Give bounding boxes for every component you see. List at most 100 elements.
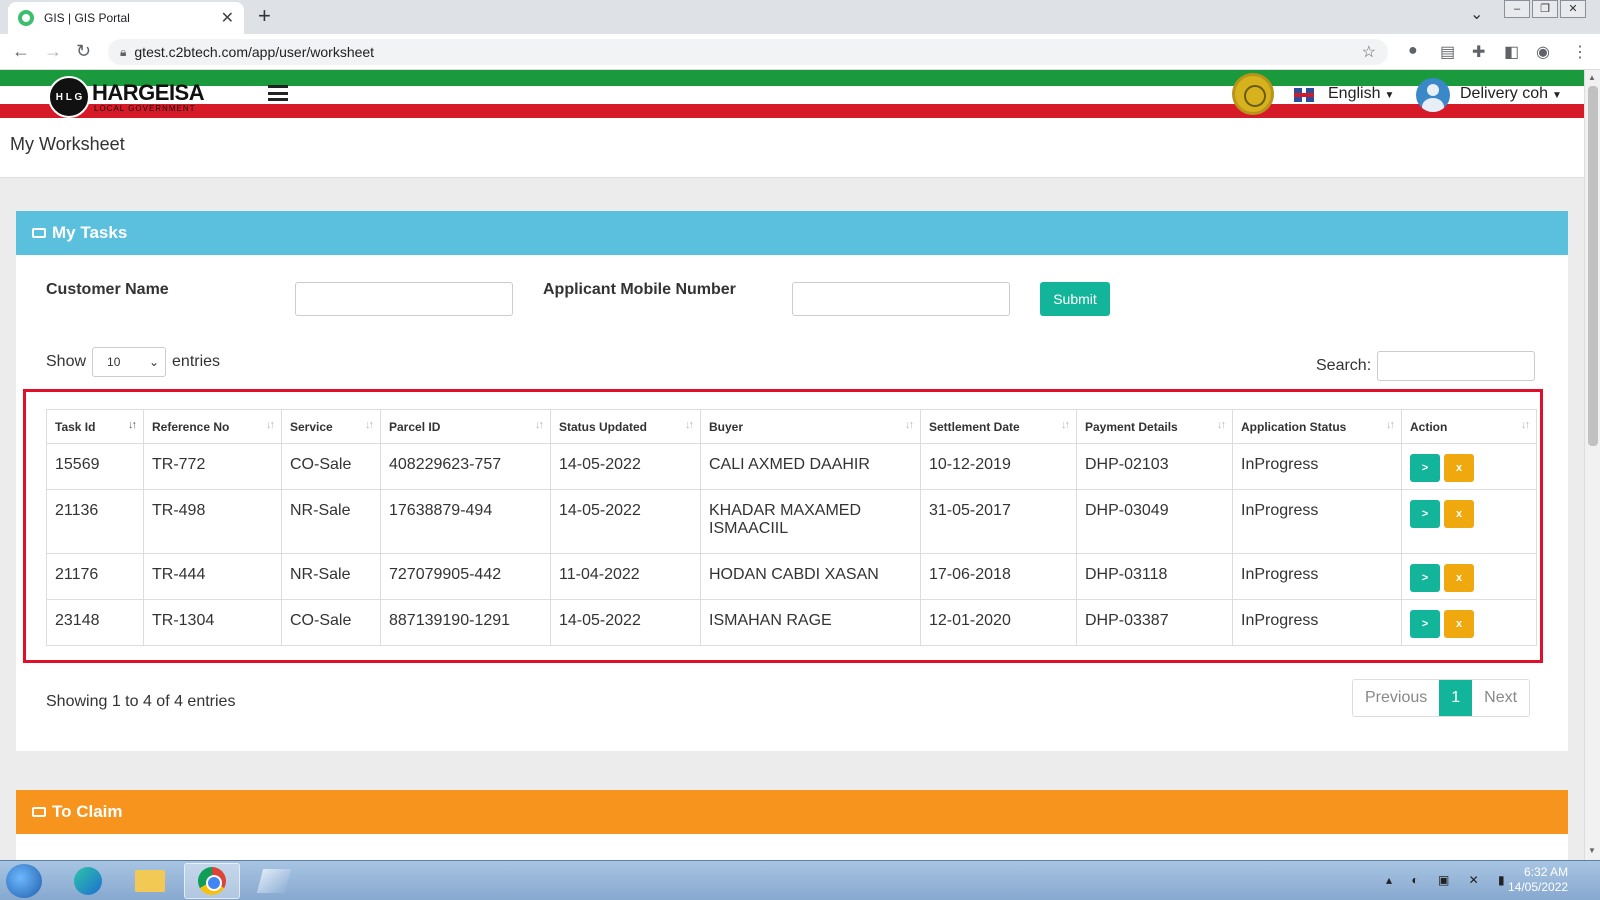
close-window-icon[interactable]: ✕ xyxy=(1560,0,1586,18)
system-tray[interactable]: ▴ ◐ ▣ ✕ ▮ xyxy=(1386,873,1513,887)
search-label: Search: xyxy=(1316,357,1372,374)
logo-icon[interactable]: H L G xyxy=(48,76,90,118)
table-row: 21176 TR-444 NR-Sale 727079905-442 11-04… xyxy=(46,553,1537,600)
scroll-up-icon[interactable]: ▲ xyxy=(1588,73,1596,82)
page-scrollbar[interactable]: ▲ ▼ xyxy=(1584,70,1600,860)
col-buyer[interactable]: Buyer ↓↑ xyxy=(700,409,921,444)
taskbar-edge[interactable] xyxy=(60,863,116,899)
scroll-down-icon[interactable]: ▼ xyxy=(1588,846,1596,855)
chrome-icon xyxy=(198,867,226,895)
pagination-next[interactable]: Next xyxy=(1472,680,1530,716)
entries-select[interactable]: 10 ⌄ xyxy=(92,347,167,377)
forward-icon[interactable]: → xyxy=(44,41,62,62)
taskbar-chrome[interactable] xyxy=(184,863,240,899)
cell-reference-no: TR-772 xyxy=(143,443,282,490)
bookmark-star-icon[interactable]: ☆ xyxy=(1362,42,1376,62)
entries-label: entries xyxy=(172,353,221,370)
cell-reference-no: TR-498 xyxy=(143,489,282,554)
id-card-icon xyxy=(32,807,46,817)
address-bar[interactable]: 🔒︎ gtest.c2btech.com/app/user/worksheet … xyxy=(108,39,1388,65)
col-task-id[interactable]: Task Id ↓↑ xyxy=(46,409,144,444)
pagination-page-1[interactable]: 1 xyxy=(1439,680,1473,716)
taskbar-app[interactable] xyxy=(246,863,302,899)
cell-service: NR-Sale xyxy=(281,553,381,600)
sort-icon: ↓↑ xyxy=(535,419,544,431)
user-avatar[interactable] xyxy=(1416,78,1450,112)
site-header: H L G HARGEISA LOCAL GOVERNMENT English ▼… xyxy=(0,70,1584,120)
cell-application-status: InProgress xyxy=(1232,599,1402,646)
col-payment-details[interactable]: Payment Details ↓↑ xyxy=(1076,409,1233,444)
user-dropdown[interactable]: Delivery coh ▼ xyxy=(1460,85,1562,103)
cell-action: > x xyxy=(1401,599,1537,646)
browser-toolbar: ← → ↻ 🔒︎ gtest.c2btech.com/app/user/work… xyxy=(0,34,1600,70)
my-tasks-panel: My Tasks Customer Name Applicant Mobile … xyxy=(16,211,1568,751)
reject-task-button[interactable]: x xyxy=(1444,610,1474,638)
clock-time: 6:32 AM xyxy=(1524,865,1569,879)
window-controls: – ❐ ✕ xyxy=(1502,0,1586,18)
table-info: Showing 1 to 4 of 4 entries xyxy=(46,693,236,710)
taskbar-explorer[interactable] xyxy=(122,863,178,899)
caret-down-icon: ▼ xyxy=(1384,90,1395,101)
col-reference-no[interactable]: Reference No ↓↑ xyxy=(143,409,282,444)
cell-status-updated: 14-05-2022 xyxy=(550,599,701,646)
table-row: 21136 TR-498 NR-Sale 17638879-494 14-05-… xyxy=(46,489,1537,554)
sort-icon: ↓↑ xyxy=(1061,419,1070,431)
scroll-thumb[interactable] xyxy=(1588,86,1598,446)
cell-payment-details: DHP-03118 xyxy=(1076,553,1233,600)
reject-task-button[interactable]: x xyxy=(1444,500,1474,528)
col-status-updated[interactable]: Status Updated ↓↑ xyxy=(550,409,701,444)
edge-icon xyxy=(74,867,102,895)
cell-task-id: 21136 xyxy=(46,489,144,554)
open-task-button[interactable]: > xyxy=(1410,454,1440,482)
language-dropdown[interactable]: English ▼ xyxy=(1328,85,1394,103)
uk-flag-icon xyxy=(1294,88,1314,102)
table-row: 15569 TR-772 CO-Sale 408229623-757 14-05… xyxy=(46,443,1537,490)
open-task-button[interactable]: > xyxy=(1410,564,1440,592)
menu-dots-icon[interactable]: ⋮ xyxy=(1572,42,1588,62)
restore-icon[interactable]: ❐ xyxy=(1532,0,1558,18)
close-tab-icon[interactable]: ✕ xyxy=(221,8,234,28)
col-application-status[interactable]: Application Status ↓↑ xyxy=(1232,409,1402,444)
cell-status-updated: 14-05-2022 xyxy=(550,489,701,554)
reject-task-button[interactable]: x xyxy=(1444,564,1474,592)
cell-action: > x xyxy=(1401,489,1537,554)
new-tab-icon[interactable]: + xyxy=(258,3,271,29)
open-task-button[interactable]: > xyxy=(1410,610,1440,638)
mobile-number-input[interactable] xyxy=(792,282,1010,316)
customer-name-label: Customer Name xyxy=(46,281,169,298)
col-settlement-date[interactable]: Settlement Date ↓↑ xyxy=(920,409,1077,444)
sort-icon: ↓↑ xyxy=(266,419,275,431)
profile-icon[interactable]: ◉ xyxy=(1536,42,1550,62)
cell-action: > x xyxy=(1401,553,1537,600)
browser-tab[interactable]: GIS | GIS Portal ✕ xyxy=(8,2,244,34)
show-label: Show xyxy=(46,353,87,370)
extensions-puzzle-icon[interactable]: ✚ xyxy=(1472,42,1485,62)
extension-icon[interactable]: ● xyxy=(1408,42,1418,60)
minimize-icon[interactable]: – xyxy=(1504,0,1530,18)
to-claim-title: To Claim xyxy=(52,802,123,821)
table-search: Search: xyxy=(1316,351,1536,381)
back-icon[interactable]: ← xyxy=(12,41,30,62)
start-button-icon[interactable] xyxy=(6,864,42,898)
reload-icon[interactable]: ↻ xyxy=(76,41,91,62)
open-task-button[interactable]: > xyxy=(1410,500,1440,528)
reading-list-icon[interactable]: ▤ xyxy=(1440,42,1455,62)
cell-service: NR-Sale xyxy=(281,489,381,554)
customer-name-input[interactable] xyxy=(295,282,513,316)
lock-icon: 🔒︎ xyxy=(120,44,127,59)
col-parcel-id[interactable]: Parcel ID ↓↑ xyxy=(380,409,551,444)
cell-application-status: InProgress xyxy=(1232,553,1402,600)
menu-toggle-icon[interactable] xyxy=(268,85,288,101)
cell-task-id: 15569 xyxy=(46,443,144,490)
col-action[interactable]: Action ↓↑ xyxy=(1401,409,1537,444)
side-panel-icon[interactable]: ◧ xyxy=(1504,42,1519,62)
tab-search-icon[interactable]: ⌄ xyxy=(1470,4,1483,24)
taskbar-clock[interactable]: 6:32 AM 14/05/2022 xyxy=(1508,865,1568,895)
reject-task-button[interactable]: x xyxy=(1444,454,1474,482)
pagination-previous[interactable]: Previous xyxy=(1353,680,1440,716)
cell-buyer: KHADAR MAXAMED ISMAACIIL xyxy=(700,489,921,554)
search-input[interactable] xyxy=(1377,351,1536,381)
submit-button[interactable]: Submit xyxy=(1040,282,1110,316)
flag-stripe-red xyxy=(0,104,1584,118)
col-service[interactable]: Service ↓↑ xyxy=(281,409,381,444)
